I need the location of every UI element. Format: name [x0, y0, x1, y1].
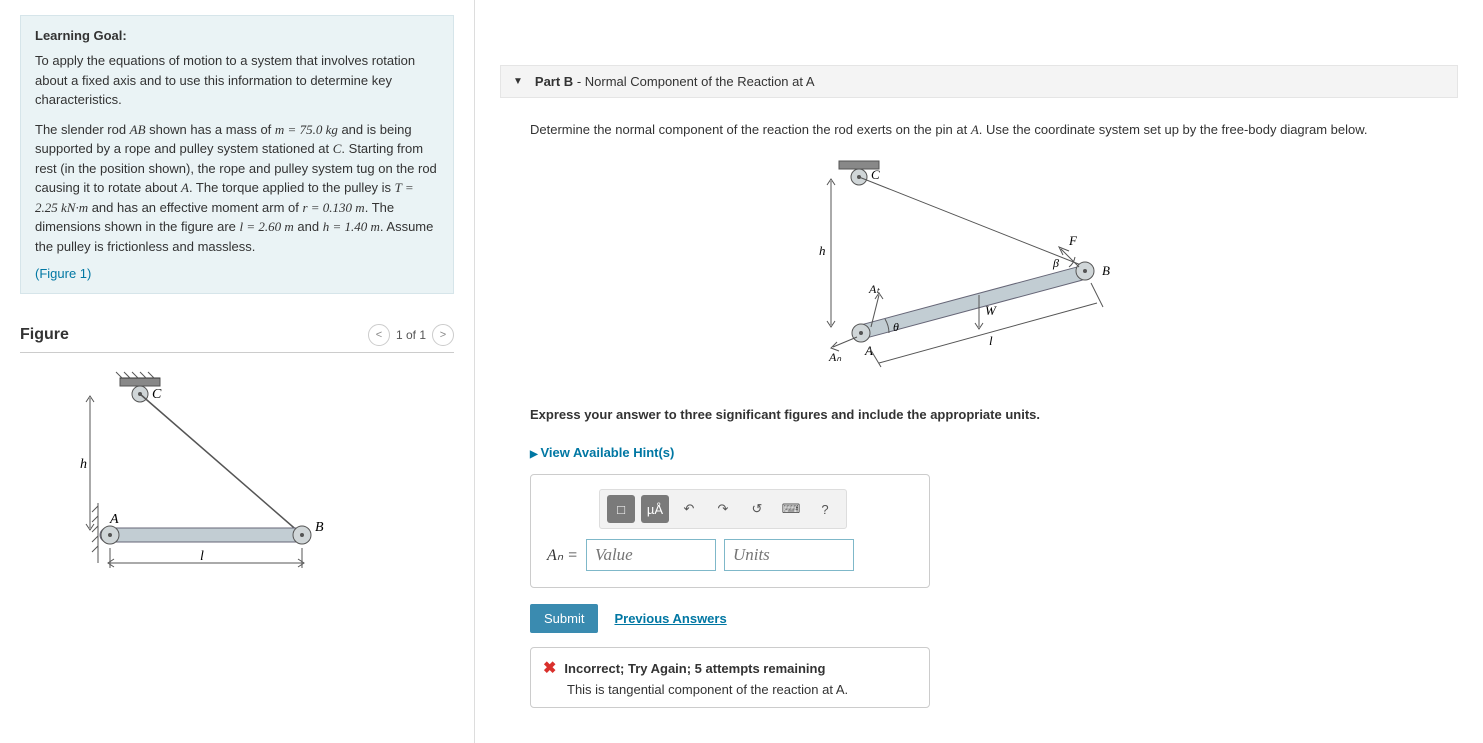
question-body: Determine the normal component of the re… — [500, 98, 1458, 708]
undo-button[interactable]: ↶ — [675, 495, 703, 523]
var-l: l = 2.60 m — [240, 219, 294, 234]
pager-next-button[interactable]: > — [432, 324, 454, 346]
svg-text:F: F — [1068, 233, 1078, 248]
value-input[interactable] — [586, 539, 716, 571]
var-h: h = 1.40 m — [323, 219, 380, 234]
answer-toolbar: □ µÅ ↶ ↷ ↺ ⌨ ? — [599, 489, 847, 529]
left-panel: Learning Goal: To apply the equations of… — [0, 0, 475, 743]
feedback-sub: This is tangential component of the reac… — [567, 682, 917, 697]
svg-text:h: h — [819, 243, 826, 258]
feedback-head-text: Incorrect; Try Again; 5 attempts remaini… — [564, 661, 825, 676]
svg-text:l: l — [989, 333, 993, 348]
reset-button[interactable]: ↺ — [743, 495, 771, 523]
txt: shown has a mass of — [146, 122, 275, 137]
part-subtitle: - Normal Component of the Reaction at A — [573, 74, 814, 89]
keyboard-button[interactable]: ⌨ — [777, 495, 805, 523]
answer-input-row: Aₙ = — [547, 539, 913, 571]
goal-heading: Learning Goal: — [35, 28, 439, 43]
var-r: r = 0.130 m — [302, 200, 364, 215]
redo-button[interactable]: ↷ — [709, 495, 737, 523]
svg-text:A: A — [109, 512, 119, 527]
question-prompt: Determine the normal component of the re… — [530, 120, 1428, 140]
submit-row: Submit Previous Answers — [530, 604, 1428, 633]
pager-prev-button[interactable]: < — [368, 324, 390, 346]
units-input[interactable] — [724, 539, 854, 571]
part-title: Part B - Normal Component of the Reactio… — [535, 74, 815, 89]
symbols-icon: µÅ — [647, 502, 663, 517]
figure-heading: Figure — [20, 326, 69, 344]
fraction-icon: □ — [617, 502, 625, 517]
figure-link[interactable]: (Figure 1) — [35, 266, 91, 281]
txt: and — [294, 219, 323, 234]
goal-p1: To apply the equations of motion to a sy… — [35, 51, 439, 110]
submit-button[interactable]: Submit — [530, 604, 598, 633]
svg-text:B: B — [1102, 263, 1110, 278]
answer-box: □ µÅ ↶ ↷ ↺ ⌨ ? Aₙ = — [530, 474, 930, 588]
figure-image: C A B h l — [80, 368, 360, 588]
svg-text:C: C — [152, 387, 162, 402]
svg-text:Aₙ: Aₙ — [828, 350, 841, 364]
txt: . Use the coordinate system set up by th… — [979, 122, 1368, 137]
var-m: m = 75.0 kg — [275, 122, 338, 137]
var-a: A — [181, 180, 189, 195]
previous-answers-link[interactable]: Previous Answers — [614, 611, 726, 626]
svg-text:W: W — [985, 303, 997, 318]
answer-lhs: Aₙ = — [547, 545, 578, 565]
part-label: Part B — [535, 74, 573, 89]
svg-text:β: β — [1052, 256, 1059, 270]
feedback-box: ✖ Incorrect; Try Again; 5 attempts remai… — [530, 647, 930, 708]
txt: and has an effective moment arm of — [88, 200, 302, 215]
var-ab: AB — [130, 122, 146, 137]
help-icon: ? — [821, 502, 828, 517]
figure-pager: < 1 of 1 > — [368, 324, 454, 346]
help-button[interactable]: ? — [811, 495, 839, 523]
svg-text:h: h — [80, 457, 87, 472]
collapse-icon: ▼ — [513, 76, 523, 87]
txt: Determine the normal component of the re… — [530, 122, 971, 137]
view-hints-link[interactable]: View Available Hint(s) — [530, 445, 674, 460]
var-a: A — [971, 122, 979, 137]
keyboard-icon: ⌨ — [782, 501, 801, 517]
symbols-button[interactable]: µÅ — [641, 495, 669, 523]
right-panel: ▼ Part B - Normal Component of the React… — [475, 0, 1483, 743]
feedback-heading: ✖ Incorrect; Try Again; 5 attempts remai… — [543, 658, 917, 678]
free-body-diagram: C A B h Aₜ Aₙ — [819, 155, 1139, 385]
incorrect-icon: ✖ — [543, 658, 556, 678]
svg-text:Aₜ: Aₜ — [868, 282, 880, 296]
txt: . The torque applied to the pulley is — [189, 180, 395, 195]
svg-text:θ: θ — [893, 320, 899, 334]
learning-goal-box: Learning Goal: To apply the equations of… — [20, 15, 454, 294]
figure-header: Figure < 1 of 1 > — [20, 324, 454, 353]
goal-p2: The slender rod AB shown has a mass of m… — [35, 120, 439, 257]
express-instruction: Express your answer to three significant… — [530, 405, 1428, 425]
pager-label: 1 of 1 — [396, 328, 426, 342]
txt: Express your answer to three significant… — [530, 407, 1040, 422]
svg-text:l: l — [200, 549, 204, 564]
svg-text:C: C — [871, 167, 880, 182]
part-header[interactable]: ▼ Part B - Normal Component of the React… — [500, 65, 1458, 98]
template-button[interactable]: □ — [607, 495, 635, 523]
svg-text:B: B — [315, 520, 324, 535]
redo-icon: ↷ — [718, 501, 729, 517]
undo-icon: ↶ — [684, 501, 695, 517]
txt: The slender rod — [35, 122, 130, 137]
reset-icon: ↺ — [752, 501, 763, 517]
